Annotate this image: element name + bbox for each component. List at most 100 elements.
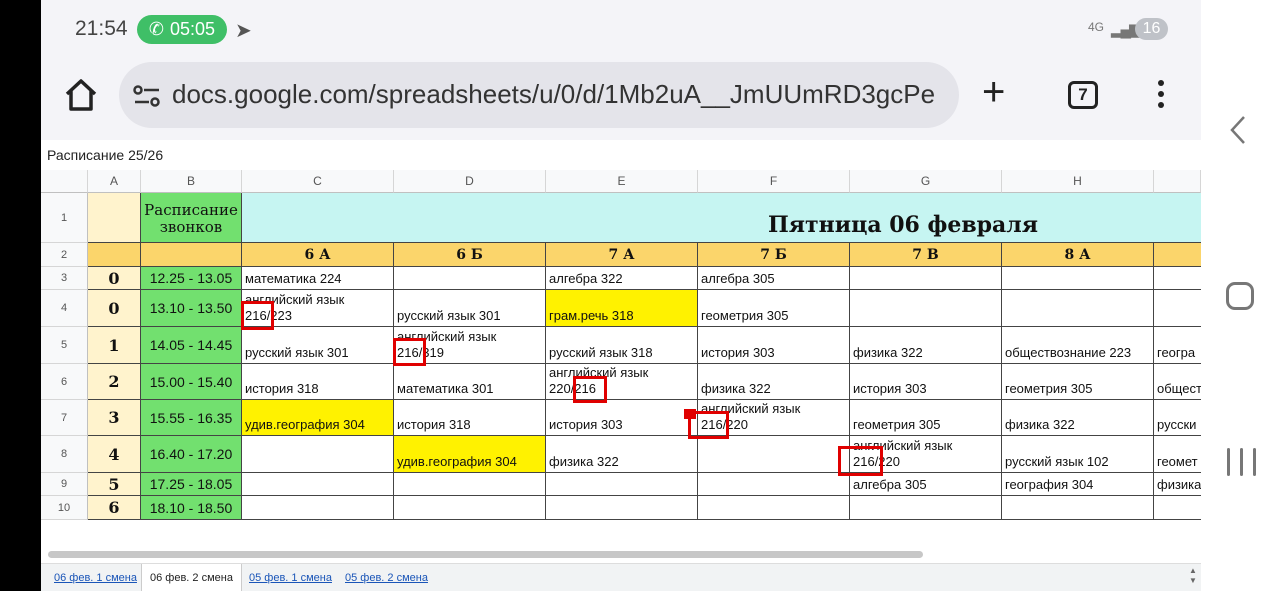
lesson-time[interactable]: 12.25 - 13.05 xyxy=(141,267,242,290)
sheet-tab-2-active[interactable]: 06 фев. 2 смена xyxy=(141,564,242,591)
class-header-next[interactable] xyxy=(1154,243,1201,267)
lesson-time[interactable]: 16.40 - 17.20 xyxy=(141,436,242,473)
column-header-h[interactable]: H xyxy=(1002,170,1154,193)
lesson-time[interactable]: 15.55 - 16.35 xyxy=(141,400,242,436)
schedule-cell[interactable] xyxy=(1002,267,1154,290)
lesson-number[interactable]: 0 xyxy=(88,290,141,327)
schedule-cell[interactable] xyxy=(1002,290,1154,327)
schedule-cell[interactable]: физика 322 xyxy=(850,327,1002,364)
lesson-time[interactable]: 14.05 - 14.45 xyxy=(141,327,242,364)
url-field[interactable]: docs.google.com/spreadsheets/u/0/d/1Mb2u… xyxy=(119,62,959,128)
lesson-time[interactable]: 15.00 - 15.40 xyxy=(141,364,242,400)
cell-b2[interactable] xyxy=(141,243,242,267)
schedule-cell[interactable]: русский язык 318 xyxy=(546,327,698,364)
schedule-cell[interactable]: физика 322 xyxy=(1002,400,1154,436)
schedule-cell[interactable]: геометрия 305 xyxy=(698,290,850,327)
schedule-cell[interactable] xyxy=(698,496,850,520)
lesson-number[interactable]: 5 xyxy=(88,473,141,496)
schedule-cell[interactable]: история 303 xyxy=(698,327,850,364)
horizontal-scrollbar[interactable] xyxy=(48,551,923,558)
day-banner[interactable]: Пятница 06 февраля xyxy=(242,193,1201,243)
row-header[interactable]: 7 xyxy=(41,400,88,436)
column-header-a[interactable]: A xyxy=(88,170,141,193)
more-menu-icon[interactable] xyxy=(1154,80,1168,110)
class-header-7a[interactable]: 7 А xyxy=(546,243,698,267)
schedule-cell[interactable]: английский язык 220/216 xyxy=(546,364,698,400)
schedule-cell[interactable]: русский язык 102 xyxy=(1002,436,1154,473)
lesson-number[interactable]: 3 xyxy=(88,400,141,436)
schedule-cell[interactable]: алгебра 305 xyxy=(850,473,1002,496)
tab-switcher-button[interactable]: 7 xyxy=(1068,81,1098,109)
schedule-cell[interactable] xyxy=(850,290,1002,327)
column-header-i[interactable] xyxy=(1154,170,1201,193)
schedule-cell[interactable]: обществознание 223 xyxy=(1002,327,1154,364)
schedule-cell[interactable]: русский язык 301 xyxy=(242,327,394,364)
row-header[interactable]: 6 xyxy=(41,364,88,400)
schedule-cell[interactable] xyxy=(394,473,546,496)
schedule-cell[interactable] xyxy=(1154,290,1201,327)
schedule-cell[interactable]: геометрия 305 xyxy=(850,400,1002,436)
schedule-cell[interactable]: история 318 xyxy=(242,364,394,400)
lesson-number[interactable]: 1 xyxy=(88,327,141,364)
sheet-tab-1[interactable]: 06 фев. 1 смена xyxy=(54,564,137,591)
bell-schedule-header[interactable]: Расписание звонков xyxy=(141,193,242,243)
sheet-tab-3[interactable]: 05 фев. 1 смена xyxy=(249,564,332,591)
schedule-cell[interactable]: география 304 xyxy=(1002,473,1154,496)
row-header[interactable]: 8 xyxy=(41,436,88,473)
schedule-cell[interactable]: алгебра 305 xyxy=(698,267,850,290)
column-header-f[interactable]: F xyxy=(698,170,850,193)
class-header-7v[interactable]: 7 В xyxy=(850,243,1002,267)
column-header-g[interactable]: G xyxy=(850,170,1002,193)
schedule-cell[interactable]: история 318 xyxy=(394,400,546,436)
schedule-cell[interactable]: алгебра 322 xyxy=(546,267,698,290)
schedule-cell[interactable]: физика 322 xyxy=(698,364,850,400)
schedule-cell[interactable]: общест xyxy=(1154,364,1201,400)
row-header[interactable]: 9 xyxy=(41,473,88,496)
schedule-cell[interactable]: история 303 xyxy=(850,364,1002,400)
schedule-cell[interactable] xyxy=(1002,496,1154,520)
row-header[interactable]: 2 xyxy=(41,243,88,267)
schedule-cell[interactable]: геометрия 305 xyxy=(1002,364,1154,400)
schedule-cell[interactable] xyxy=(394,267,546,290)
class-header-7b[interactable]: 7 Б xyxy=(698,243,850,267)
column-header-b[interactable]: B xyxy=(141,170,242,193)
schedule-cell[interactable] xyxy=(242,436,394,473)
lesson-time[interactable]: 18.10 - 18.50 xyxy=(141,496,242,520)
lesson-time[interactable]: 17.25 - 18.05 xyxy=(141,473,242,496)
class-header-6b[interactable]: 6 Б xyxy=(394,243,546,267)
schedule-cell[interactable]: геогра xyxy=(1154,327,1201,364)
column-header-e[interactable]: E xyxy=(546,170,698,193)
home-icon[interactable] xyxy=(61,75,101,115)
schedule-cell[interactable] xyxy=(850,496,1002,520)
schedule-cell[interactable] xyxy=(242,496,394,520)
new-tab-icon[interactable]: + xyxy=(982,70,1005,115)
column-header-d[interactable]: D xyxy=(394,170,546,193)
scroll-arrows-icon[interactable]: ▲ ▼ xyxy=(1189,566,1197,586)
row-header[interactable]: 1 xyxy=(41,193,88,243)
schedule-cell[interactable] xyxy=(1154,496,1201,520)
sheet-tab-4[interactable]: 05 фев. 2 смена xyxy=(345,564,428,591)
lesson-number[interactable]: 6 xyxy=(88,496,141,520)
schedule-cell[interactable] xyxy=(546,496,698,520)
lesson-number[interactable]: 2 xyxy=(88,364,141,400)
home-nav-icon[interactable] xyxy=(1226,282,1254,310)
schedule-cell[interactable]: грам.речь 318 xyxy=(546,290,698,327)
schedule-cell[interactable] xyxy=(850,267,1002,290)
schedule-cell[interactable]: математика 301 xyxy=(394,364,546,400)
call-indicator[interactable]: ✆ 05:05 xyxy=(137,15,227,44)
schedule-cell[interactable]: физика xyxy=(1154,473,1201,496)
schedule-cell[interactable]: удив.география 304 xyxy=(242,400,394,436)
schedule-cell[interactable] xyxy=(1154,267,1201,290)
class-header-6a[interactable]: 6 А xyxy=(242,243,394,267)
schedule-cell[interactable]: математика 224 xyxy=(242,267,394,290)
cell-a1[interactable] xyxy=(88,193,141,243)
select-all-corner[interactable] xyxy=(41,170,88,193)
lesson-number[interactable]: 4 xyxy=(88,436,141,473)
lesson-number[interactable]: 0 xyxy=(88,267,141,290)
schedule-cell[interactable]: русский язык 301 xyxy=(394,290,546,327)
schedule-cell[interactable] xyxy=(394,496,546,520)
back-icon[interactable] xyxy=(1229,115,1247,145)
schedule-cell[interactable]: геомет xyxy=(1154,436,1201,473)
row-header[interactable]: 5 xyxy=(41,327,88,364)
schedule-cell[interactable] xyxy=(546,473,698,496)
